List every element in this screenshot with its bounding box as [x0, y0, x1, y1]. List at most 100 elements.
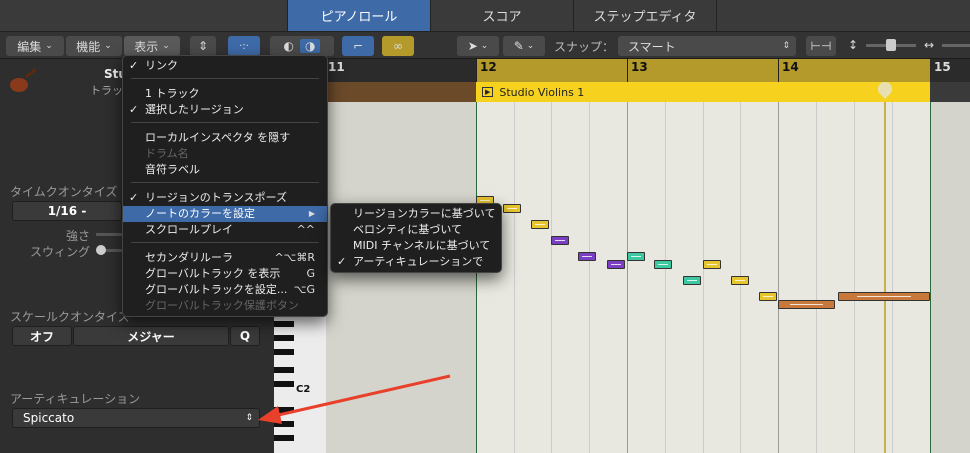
cycle-region[interactable]	[476, 59, 930, 82]
slider-thumb[interactable]	[886, 39, 896, 51]
bar-number: 12	[480, 60, 497, 74]
black-key[interactable]	[274, 435, 294, 441]
tab-piano-roll[interactable]: ピアノロール	[287, 0, 430, 31]
link-button[interactable]: ∞	[382, 36, 414, 56]
tab-score[interactable]: スコア	[430, 0, 573, 31]
midi-note[interactable]	[627, 252, 645, 261]
snap-select[interactable]: スマート ⇕	[618, 36, 796, 56]
midi-note[interactable]	[703, 260, 721, 269]
pointer-tool-button[interactable]: ➤ ⌄	[457, 36, 499, 56]
collapse-icon: ⇕	[197, 39, 209, 53]
checkmark-icon: ✓	[129, 59, 139, 72]
scale-q-button[interactable]: Q	[230, 326, 260, 346]
view-menu-button[interactable]: 表示 ⌄	[124, 36, 180, 56]
submenu-item-articulation[interactable]: ✓ アーティキュレーションで	[331, 254, 501, 270]
menu-item-label: リージョンのトランスポーズ	[145, 191, 288, 204]
bar-number: 11	[328, 60, 345, 74]
menu-item-label: セカンダリルーラ	[145, 251, 233, 264]
fit-width-button[interactable]: ⊢⊣	[806, 36, 836, 56]
tab-step-editor[interactable]: ステップエディタ	[573, 0, 716, 31]
midi-note[interactable]	[503, 204, 521, 213]
black-key[interactable]	[274, 335, 294, 341]
beat-line	[703, 102, 704, 453]
beat-line	[854, 102, 855, 453]
chevron-down-icon: ⌄	[526, 41, 535, 51]
black-key[interactable]	[274, 321, 294, 327]
midi-in-button[interactable]: ·:·	[228, 36, 260, 56]
menu-item-configure-global-tracks[interactable]: グローバルトラックを設定... ⌥G	[123, 282, 327, 298]
menu-item-label: 1 トラック	[145, 87, 200, 100]
horizontal-zoom-icon: ↔	[924, 38, 935, 52]
midi-note[interactable]	[731, 276, 749, 285]
bar-number: 13	[631, 60, 648, 74]
swing-thumb[interactable]	[96, 245, 106, 255]
menu-item-set-note-color[interactable]: ノートのカラーを設定 ▶	[123, 206, 327, 222]
catch-button[interactable]: ⌐	[342, 36, 374, 56]
edit-menu-label: 編集	[17, 39, 42, 54]
menu-item-label: リージョンカラーに基づいて	[353, 207, 496, 220]
menu-item-label: グローバルトラック保護ボタン	[145, 299, 299, 312]
playhead[interactable]	[884, 102, 886, 453]
collapse-button[interactable]: ⇕	[190, 36, 216, 56]
menu-item-label: MIDI チャンネルに基づいて	[353, 239, 491, 252]
out-of-region-area	[930, 102, 970, 453]
previous-region-strip[interactable]	[326, 82, 476, 102]
menu-item-link[interactable]: ✓ リンク	[123, 58, 327, 74]
submenu-item-region-color[interactable]: リージョンカラーに基づいて	[331, 206, 501, 222]
note-color-submenu: リージョンカラーに基づいて ベロシティに基づいて MIDI チャンネルに基づいて…	[330, 203, 502, 273]
menu-item-region-transpose[interactable]: ✓ リージョンのトランスポーズ	[123, 190, 327, 206]
menu-item-label: ドラム名	[145, 147, 189, 160]
articulation-label: アーティキュレーション	[10, 392, 141, 406]
articulation-select[interactable]: Spiccato ⇕	[12, 408, 260, 428]
vertical-zoom-slider[interactable]	[866, 39, 916, 51]
midi-note[interactable]	[531, 220, 549, 229]
snap-label: スナップ：	[554, 40, 615, 54]
horizontal-zoom-slider[interactable]	[942, 44, 970, 47]
menu-item-note-labels[interactable]: 音符ラベル	[123, 162, 327, 178]
menu-item-scroll-play[interactable]: スクロールプレイ ^^	[123, 222, 327, 238]
menu-item-secondary-ruler[interactable]: セカンダリルーラ ^⌥⌘R	[123, 250, 327, 266]
annotation-arrow	[258, 374, 451, 424]
bar-tick	[476, 59, 477, 82]
chevron-down-icon: ⌄	[162, 41, 170, 51]
strength-label: 強さ	[66, 229, 91, 243]
midi-note[interactable]	[778, 300, 835, 309]
menu-item-show-global-tracks[interactable]: グローバルトラック を表示 G	[123, 266, 327, 282]
midi-note[interactable]	[759, 292, 777, 301]
midi-note[interactable]	[578, 252, 596, 261]
strength-slider[interactable]	[96, 233, 122, 236]
menu-item-hide-local-inspector[interactable]: ローカルインスペクタ を隠す	[123, 130, 327, 146]
articulation-value: Spiccato	[23, 411, 75, 425]
time-quantize-label: タイムクオンタイズ	[10, 185, 118, 199]
region-header[interactable]: ▶ Studio Violins 1	[476, 82, 930, 102]
midi-note[interactable]	[683, 276, 701, 285]
beat-line	[816, 102, 817, 453]
swing-slider[interactable]	[96, 245, 122, 255]
black-key[interactable]	[274, 349, 294, 355]
menu-item-one-track[interactable]: 1 トラック	[123, 86, 327, 102]
midi-note[interactable]	[607, 260, 625, 269]
midi-draw-button[interactable]: ◐ ◑	[270, 36, 334, 56]
bar-tick	[778, 59, 779, 82]
midi-note[interactable]	[838, 292, 930, 301]
beat-line	[551, 102, 552, 453]
snap-value: スマート	[628, 39, 676, 54]
shortcut-label: ^^	[296, 223, 315, 236]
midi-note[interactable]	[654, 260, 672, 269]
pencil-tool-button[interactable]: ✎ ⌄	[503, 36, 545, 56]
palette-active-icon: ◑	[300, 39, 321, 53]
time-quantize-select[interactable]: 1/16 -	[12, 201, 122, 221]
menu-item-label: グローバルトラック を表示	[145, 267, 281, 280]
edit-menu-button[interactable]: 編集 ⌄	[6, 36, 64, 56]
midi-note[interactable]	[551, 236, 569, 245]
fit-width-icon: ⊢⊣	[810, 39, 832, 53]
scale-major-select[interactable]: メジャー	[73, 326, 229, 346]
submenu-item-velocity[interactable]: ベロシティに基づいて	[331, 222, 501, 238]
function-menu-button[interactable]: 機能 ⌄	[66, 36, 122, 56]
beat-line	[892, 102, 893, 453]
menu-item-selected-region[interactable]: ✓ 選択したリージョン	[123, 102, 327, 118]
scale-off-select[interactable]: オフ	[12, 326, 72, 346]
swing-label: スウィング	[30, 245, 91, 259]
tab-empty	[716, 0, 970, 31]
submenu-item-midi-channel[interactable]: MIDI チャンネルに基づいて	[331, 238, 501, 254]
